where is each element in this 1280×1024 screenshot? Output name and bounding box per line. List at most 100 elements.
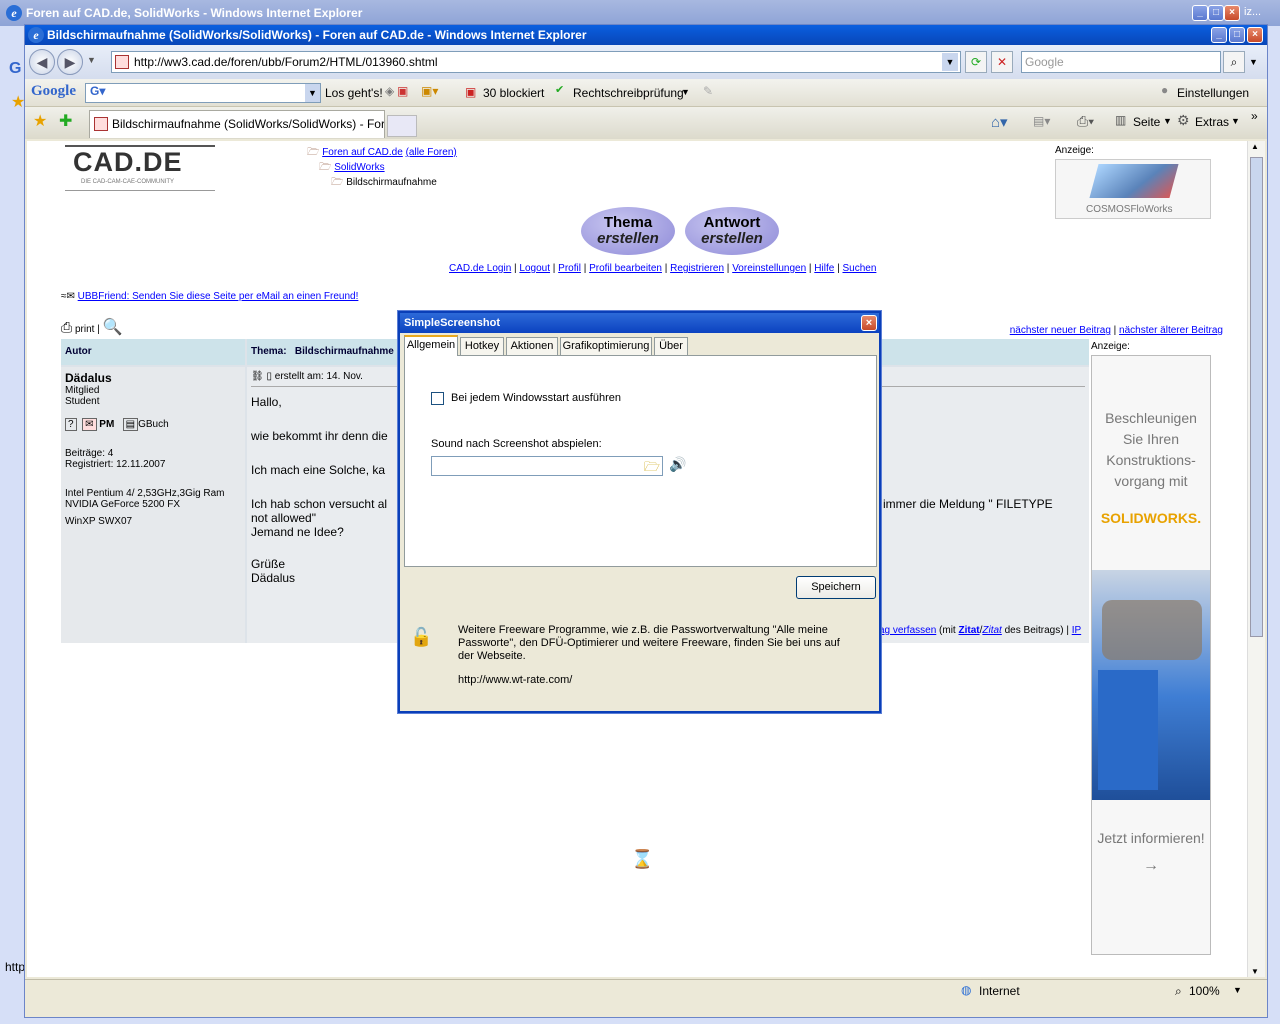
address-input[interactable]: http://ww3.cad.de/foren/ubb/Forum2/HTML/… [111,51,961,73]
back-button[interactable]: ◀ [29,49,55,75]
ie-icon: e [6,5,22,21]
add-favorite-icon[interactable]: ✚ [59,111,72,131]
vertical-scrollbar[interactable]: ▲ ▼ [1247,141,1265,977]
quote-link[interactable]: Zitat [959,625,980,636]
tab-grafikoptimierung[interactable]: Grafikoptimierung [560,337,652,355]
page-menu-dropdown-icon[interactable]: ▼ [1163,116,1172,126]
new-topic-button[interactable]: Thema erstellen [581,207,675,255]
toolbar-options-icon[interactable]: ◈ [385,84,394,98]
spellcheck-button[interactable]: Rechtschreibprüfung [573,86,684,100]
maximize-button[interactable]: □ [1229,27,1245,43]
history-dropdown-icon[interactable]: ▼ [87,55,96,65]
nav-link-registrieren[interactable]: Registrieren [670,263,724,274]
stop-button[interactable]: ✕ [991,51,1013,73]
print-link[interactable]: print [75,324,94,335]
email-icon[interactable]: ✉ [82,418,97,431]
home-icon[interactable]: ⌂▾ [991,113,1008,131]
forward-button[interactable]: ▶ [57,49,83,75]
guestbook-link[interactable]: GBuch [138,419,169,430]
nav-link-profil[interactable]: Profil [558,263,581,274]
window-titlebar[interactable]: e Bildschirmaufnahme (SolidWorks/SolidWo… [25,25,1267,45]
next-older-post-link[interactable]: nächster älterer Beitrag [1119,325,1223,336]
nav-link-voreinstellungen[interactable]: Voreinstellungen [732,263,806,274]
write-reply-link[interactable]: ag verfassen [879,625,936,636]
feeds-icon[interactable]: ▤▾ [1033,114,1050,128]
print-toolbar-icon[interactable]: ⎙▾ [1077,113,1094,130]
dialog-panel: Bei jedem Windowsstart ausführen Sound n… [404,355,877,567]
quote-link-alt[interactable]: Zitat [982,625,1001,636]
cad-de-logo[interactable]: CAD.DE DIE CAD-CAM-CAE-COMMUNITY [65,145,215,191]
pagerank-icon[interactable]: ▣ [397,84,408,98]
chevron-more-icon[interactable]: » [1251,109,1258,123]
cosmos-ad-banner[interactable]: COSMOSFloWorks [1055,159,1211,219]
refresh-button[interactable]: ⟳ [965,51,987,73]
ubbfriend-link[interactable]: UBBFriend: Senden Sie diese Seite per eM… [78,291,359,302]
tab-active[interactable]: Bildschirmaufnahme (SolidWorks/SolidWork… [89,110,385,138]
tools-dropdown-icon[interactable]: ▼ [1231,116,1240,126]
reply-button[interactable]: Antwort erstellen [685,207,779,255]
post-document-icon[interactable]: ▯ [266,371,272,382]
breadcrumb-all-forums-link[interactable]: (alle Foren) [406,147,457,158]
website-url[interactable]: http://www.wt-rate.com/ [458,674,572,686]
sound-file-input[interactable]: 🗁 [431,456,663,476]
spellcheck-icon: ✔ [555,84,565,96]
pm-link[interactable]: PM [99,419,114,430]
dialog-close-button[interactable]: × [861,315,877,331]
tab-allgemein[interactable]: Allgemein [404,335,458,356]
minimize-button[interactable]: _ [1211,27,1227,43]
close-button[interactable]: × [1224,5,1240,21]
zoom-dropdown-icon[interactable]: ▼ [1233,985,1242,995]
popup-blocked-button[interactable]: 30 blockiert [483,86,544,100]
zoom-level[interactable]: 100% [1189,984,1220,998]
save-button[interactable]: Speichern [796,576,876,599]
tools-menu-button[interactable]: Extras [1195,115,1229,129]
ad-label: Anzeige: [1055,145,1094,156]
profile-icon[interactable]: ? [65,418,77,431]
search-icon[interactable]: ⌕ [1223,51,1245,73]
search-input[interactable]: Google [1021,51,1221,73]
minimize-button[interactable]: _ [1192,5,1208,21]
settings-button[interactable]: Einstellungen [1177,86,1249,100]
address-dropdown-icon[interactable]: ▼ [942,53,958,71]
tab-hotkey[interactable]: Hotkey [460,337,504,355]
close-button[interactable]: × [1247,27,1263,43]
ip-link[interactable]: IP [1072,625,1081,636]
nav-link-logout[interactable]: Logout [519,263,550,274]
dialog-titlebar[interactable]: SimpleScreenshot [400,313,879,333]
background-window-titlebar[interactable]: e Foren auf CAD.de, SolidWorks - Windows… [0,0,1280,26]
tab-ueber[interactable]: Über [654,337,688,355]
speaker-icon[interactable]: 🔊 [669,456,686,473]
nav-link-login[interactable]: CAD.de Login [449,263,511,274]
nav-link-hilfe[interactable]: Hilfe [814,263,834,274]
security-zone: Internet [979,984,1020,998]
google-search-input[interactable]: G▾ ▼ [85,83,321,103]
new-tab-button[interactable] [387,115,417,137]
nav-link-profil-bearbeiten[interactable]: Profil bearbeiten [589,263,662,274]
solidworks-ad[interactable]: Beschleunigen Sie Ihren Konstruktions-vo… [1091,355,1211,955]
logo-text: CAD.DE [73,147,183,177]
dialog-title: SimpleScreenshot [404,317,500,329]
ubbfriend-row: ≈✉ UBBFriend: Senden Sie diese Seite per… [61,291,358,302]
scrollbar-thumb[interactable] [1250,157,1263,637]
bookmarks-icon[interactable]: ▣▾ [421,84,438,98]
scroll-down-icon[interactable]: ▼ [1251,967,1259,976]
breadcrumb-forum-link[interactable]: SolidWorks [334,162,384,173]
scroll-up-icon[interactable]: ▲ [1251,142,1259,151]
folder-browse-icon[interactable]: 🗁 [644,458,660,480]
next-new-post-link[interactable]: nächster neuer Beitrag [1010,325,1111,336]
autostart-checkbox[interactable] [431,392,444,405]
preview-magnifier-icon[interactable]: 🔍 [103,319,123,336]
breadcrumb-root-link[interactable]: Foren auf CAD.de [322,147,403,158]
send-icon[interactable]: ✎ [703,84,713,98]
link-chain-icon[interactable]: ⛓ [251,371,264,382]
search-options-icon[interactable]: ▼ [1249,57,1258,67]
nav-link-suchen[interactable]: Suchen [842,263,876,274]
address-url: http://ww3.cad.de/foren/ubb/Forum2/HTML/… [134,55,438,69]
printer-icon[interactable]: ⎙ [61,319,72,335]
favorites-star-icon[interactable]: ★ [33,111,47,131]
page-menu-button[interactable]: Seite [1133,115,1160,129]
maximize-button[interactable]: □ [1208,5,1224,21]
google-search-button[interactable]: Los geht's! [325,86,383,100]
spellcheck-dropdown-icon[interactable]: ▼ [681,87,690,97]
tab-aktionen[interactable]: Aktionen [506,337,558,355]
